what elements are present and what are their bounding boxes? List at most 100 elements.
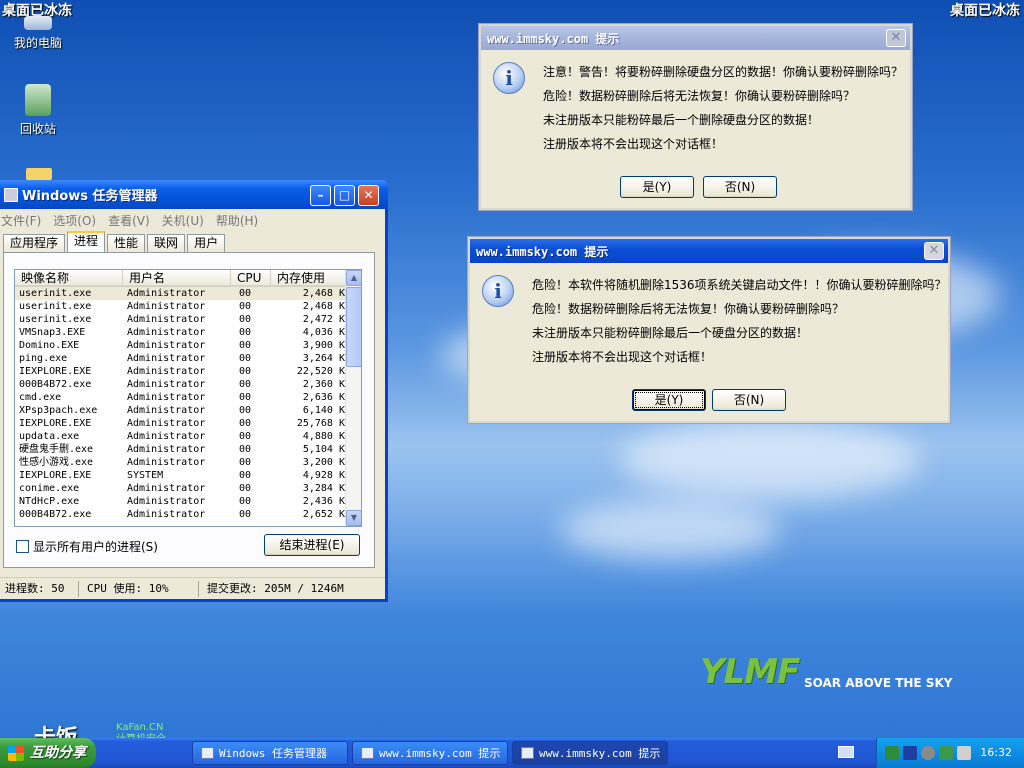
process-image-name: 000B4B72.exe xyxy=(19,379,92,390)
processes-panel: 映像名称 用户名 CPU 内存使用 userinit.exe Administra… xyxy=(3,252,375,568)
no-button[interactable]: 否(N) xyxy=(703,176,777,198)
process-row[interactable]: 000B4B72.exe Administrator 00 2,652 K xyxy=(15,508,361,521)
taskbar-item-dialog-1[interactable]: www.immsky.com 提示 xyxy=(352,741,508,765)
process-row[interactable]: userinit.exe Administrator 00 2,468 K xyxy=(15,287,361,300)
process-user-name: Administrator xyxy=(127,366,206,377)
process-row[interactable]: updata.exe Administrator 00 4,880 K xyxy=(15,430,361,443)
checkbox-icon[interactable] xyxy=(16,540,29,553)
desktop-icon-my-computer[interactable]: 我的电脑 xyxy=(0,16,76,51)
close-button[interactable]: ✕ xyxy=(924,242,944,260)
message-line: 未注册版本只能粉碎最后一个删除硬盘分区的数据！ xyxy=(543,113,820,127)
menu-file[interactable]: 文件(F) xyxy=(1,212,41,229)
process-image-name: 硬盘鬼手删.exe xyxy=(19,444,94,455)
scroll-down-arrow-icon[interactable]: ▼ xyxy=(346,510,361,526)
column-image-name[interactable]: 映像名称 xyxy=(15,270,123,285)
deepguard-icon[interactable] xyxy=(903,746,917,760)
process-image-name: userinit.exe xyxy=(19,301,92,312)
tab-applications[interactable]: 应用程序 xyxy=(3,234,66,252)
process-user-name: Administrator xyxy=(127,418,206,429)
minimize-button[interactable]: – xyxy=(310,185,331,206)
process-row[interactable]: Domino.EXE Administrator 00 3,900 K xyxy=(15,339,361,352)
process-row[interactable]: XPsp3pach.exe Administrator 00 6,140 K xyxy=(15,404,361,417)
process-row[interactable]: 硬盘鬼手删.exe Administrator 00 5,104 K xyxy=(15,443,361,456)
scroll-thumb[interactable] xyxy=(346,287,361,367)
network-icon[interactable] xyxy=(885,746,899,760)
folder-icon[interactable] xyxy=(26,168,52,180)
menu-view[interactable]: 查看(V) xyxy=(108,212,150,229)
process-cpu: 00 xyxy=(239,457,252,468)
menu-bar: 文件(F) 选项(O) 查看(V) 关机(U) 帮助(H) xyxy=(0,209,385,231)
volume-icon[interactable] xyxy=(921,746,935,760)
process-image-name: IEXPLORE.EXE xyxy=(19,470,92,481)
menu-options[interactable]: 选项(O) xyxy=(53,212,96,229)
process-memory: 2,468 K xyxy=(302,288,345,299)
process-user-name: SYSTEM xyxy=(127,470,164,481)
process-memory: 2,636 K xyxy=(302,392,345,403)
desktop-icon-recycle-bin[interactable]: 回收站 xyxy=(0,84,76,137)
taskbar-item-task-manager[interactable]: Windows 任务管理器 xyxy=(192,741,348,765)
vertical-scrollbar[interactable]: ▲ ▼ xyxy=(345,270,361,526)
window-title: Windows 任务管理器 xyxy=(22,189,158,204)
process-row[interactable]: conime.exe Administrator 00 3,284 K xyxy=(15,482,361,495)
list-header: 映像名称 用户名 CPU 内存使用 xyxy=(15,270,361,287)
process-row[interactable]: IEXPLORE.EXE SYSTEM 00 4,928 K xyxy=(15,469,361,482)
yes-button[interactable]: 是(Y) xyxy=(632,389,706,411)
menu-shutdown[interactable]: 关机(U) xyxy=(162,212,204,229)
shield-icon[interactable] xyxy=(939,746,953,760)
yes-button[interactable]: 是(Y) xyxy=(620,176,694,198)
process-memory: 4,036 K xyxy=(302,327,345,338)
message-line: 注册版本将不会出现这个对话框！ xyxy=(543,137,724,151)
process-user-name: Administrator xyxy=(127,431,206,442)
process-memory: 3,264 K xyxy=(302,353,345,364)
close-button[interactable]: ✕ xyxy=(886,29,906,47)
menu-help[interactable]: 帮助(H) xyxy=(216,212,258,229)
process-memory: 2,472 K xyxy=(302,314,345,325)
info-icon: i xyxy=(482,275,514,307)
process-row[interactable]: userinit.exe Administrator 00 2,472 K xyxy=(15,313,361,326)
tab-performance[interactable]: 性能 xyxy=(107,234,146,252)
start-button[interactable]: 互助分享 xyxy=(0,738,96,768)
confirm-dialog-1: www.immsky.com 提示 ✕ i 注意！警告！将要粉碎删除硬盘分区的数… xyxy=(479,24,912,210)
process-image-name: cmd.exe xyxy=(19,392,62,403)
process-row[interactable]: VMSnap3.EXE Administrator 00 4,036 K xyxy=(15,326,361,339)
end-process-button[interactable]: 结束进程(E) xyxy=(264,534,360,556)
dialog-icon xyxy=(521,747,534,759)
close-button[interactable]: ✕ xyxy=(358,185,379,206)
process-row[interactable]: 000B4B72.exe Administrator 00 2,360 K xyxy=(15,378,361,391)
maximize-button[interactable]: □ xyxy=(334,185,355,206)
process-row[interactable]: userinit.exe Administrator 00 2,468 K xyxy=(15,300,361,313)
message-line: 危险！本软件将随机删除1536项系统关键启动文件！！你确认要粉碎删除吗？ xyxy=(532,278,947,292)
taskbar: 互助分享 Windows 任务管理器 www.immsky.com 提示 www… xyxy=(0,738,1024,768)
tab-processes[interactable]: 进程 xyxy=(67,231,106,252)
scroll-up-arrow-icon[interactable]: ▲ xyxy=(346,270,361,286)
process-cpu: 00 xyxy=(239,496,252,507)
status-bar: 进程数: 50 CPU 使用: 10% 提交更改: 205M / 1246M xyxy=(0,577,385,599)
tab-users[interactable]: 用户 xyxy=(187,234,226,252)
column-cpu[interactable]: CPU xyxy=(231,270,271,285)
process-user-name: Administrator xyxy=(127,444,206,455)
process-user-name: Administrator xyxy=(127,509,206,520)
process-image-name: ping.exe xyxy=(19,353,68,364)
tab-networking[interactable]: 联网 xyxy=(147,234,186,252)
column-user-name[interactable]: 用户名 xyxy=(123,270,231,285)
show-all-users-checkbox[interactable]: 显示所有用户的进程(S) xyxy=(16,538,158,555)
process-image-name: VMSnap3.EXE xyxy=(19,327,86,338)
process-cpu: 00 xyxy=(239,314,252,325)
process-row[interactable]: ping.exe Administrator 00 3,264 K xyxy=(15,352,361,365)
process-row[interactable]: cmd.exe Administrator 00 2,636 K xyxy=(15,391,361,404)
keyboard-icon[interactable] xyxy=(838,746,854,758)
process-row[interactable]: IEXPLORE.EXE Administrator 00 22,520 K xyxy=(15,365,361,378)
process-user-name: Administrator xyxy=(127,392,206,403)
taskbar-item-dialog-2[interactable]: www.immsky.com 提示 xyxy=(512,741,668,765)
vmware-icon[interactable] xyxy=(957,746,971,760)
column-memory[interactable]: 内存使用 xyxy=(271,270,347,285)
process-list[interactable]: 映像名称 用户名 CPU 内存使用 userinit.exe Administra… xyxy=(14,269,362,527)
process-image-name: NTdHcP.exe xyxy=(19,496,80,507)
no-button[interactable]: 否(N) xyxy=(712,389,786,411)
process-row[interactable]: IEXPLORE.EXE Administrator 00 25,768 K xyxy=(15,417,361,430)
computer-icon xyxy=(24,16,52,30)
process-user-name: Administrator xyxy=(127,327,206,338)
process-row[interactable]: 性感小游戏.exe Administrator 00 3,200 K xyxy=(15,456,361,469)
process-row[interactable]: NTdHcP.exe Administrator 00 2,436 K xyxy=(15,495,361,508)
process-cpu: 00 xyxy=(239,301,252,312)
